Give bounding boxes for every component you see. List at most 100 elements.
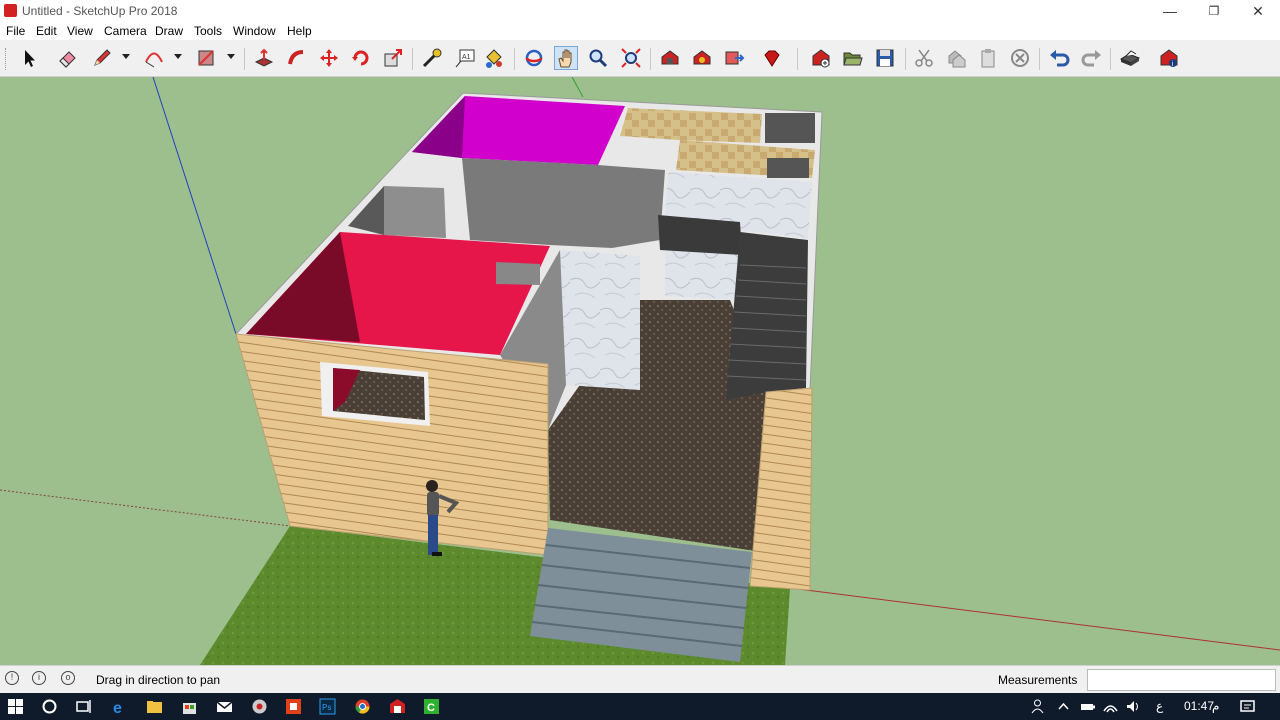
zoom-extents-icon	[621, 48, 641, 68]
clock-suffix: م	[1212, 699, 1220, 713]
text-icon: A1	[455, 49, 475, 68]
folder-open-icon	[843, 52, 863, 66]
menu-view[interactable]: View	[67, 24, 93, 38]
menu-camera[interactable]: Camera	[104, 24, 147, 38]
menu-tools[interactable]: Tools	[194, 24, 222, 38]
menu-window[interactable]: Window	[233, 24, 276, 38]
edge-icon[interactable]: e	[110, 697, 129, 716]
push-pull-tool[interactable]	[252, 46, 276, 70]
model-scene	[0, 77, 1280, 665]
chevron-up-icon[interactable]	[1054, 697, 1073, 716]
extension-icon	[693, 50, 711, 65]
copy[interactable]	[944, 46, 968, 70]
title-bar: Untitled - SketchUp Pro 2018 — ❐ ✕	[0, 0, 1280, 22]
arc-tool[interactable]	[142, 46, 166, 70]
eraser-tool[interactable]	[55, 46, 79, 70]
paste[interactable]	[976, 46, 1000, 70]
maximize-button[interactable]: ❐	[1192, 0, 1236, 22]
orbit-tool[interactable]	[522, 46, 546, 70]
close-button[interactable]: ✕	[1236, 0, 1280, 22]
scale-tool[interactable]	[381, 46, 405, 70]
extension-warehouse[interactable]	[690, 46, 714, 70]
toolbar-separator	[412, 48, 413, 70]
rectangle-tool-dropdown[interactable]	[227, 54, 235, 59]
ruby-console[interactable]	[760, 46, 784, 70]
select-tool[interactable]	[17, 46, 41, 70]
people-icon[interactable]	[1028, 697, 1047, 716]
start-icon[interactable]	[6, 697, 25, 716]
status-bar: ! i o Drag in direction to pan Measureme…	[0, 665, 1280, 694]
green-axis-line	[571, 77, 584, 98]
photoshop-icon[interactable]: Ps	[318, 697, 337, 716]
menu-file[interactable]: File	[6, 24, 25, 38]
paste-icon	[981, 49, 995, 68]
user-account-icon[interactable]: o	[61, 671, 75, 685]
scale-icon	[384, 49, 402, 67]
move-arrows-icon	[320, 49, 338, 67]
open-file[interactable]	[841, 46, 865, 70]
mail-icon[interactable]	[215, 697, 234, 716]
magnifier-icon	[589, 49, 608, 68]
3d-warehouse[interactable]	[658, 46, 682, 70]
app-icon[interactable]	[250, 697, 269, 716]
tape-measure-tool[interactable]	[420, 46, 444, 70]
pan-tool[interactable]	[554, 46, 578, 70]
drawing-viewport[interactable]	[0, 77, 1280, 665]
green-app-icon[interactable]: C	[422, 697, 441, 716]
orbit-icon	[525, 49, 543, 67]
file-explorer-icon[interactable]	[145, 697, 164, 716]
toolbar-grip[interactable]	[5, 48, 9, 70]
arc-tool-dropdown[interactable]	[174, 54, 182, 59]
store-icon[interactable]	[180, 697, 199, 716]
windows-taskbar: e Ps C ع 01:47 م	[0, 693, 1280, 720]
model-info[interactable]: i	[1157, 46, 1181, 70]
zoom-extents-tool[interactable]	[619, 46, 643, 70]
credits-icon[interactable]: i	[32, 671, 46, 685]
delete-circle-icon	[1011, 49, 1029, 67]
wifi-icon[interactable]	[1101, 697, 1120, 716]
interior-stairs	[726, 232, 808, 400]
volume-icon[interactable]	[1124, 697, 1143, 716]
chrome-icon[interactable]	[353, 697, 372, 716]
new-file[interactable]	[809, 46, 833, 70]
follow-me-tool[interactable]	[285, 46, 309, 70]
cut[interactable]	[912, 46, 936, 70]
toolbar-separator	[650, 48, 651, 70]
cortana-icon[interactable]	[40, 697, 59, 716]
geo-location-icon[interactable]: !	[5, 671, 19, 685]
paint-bucket-tool[interactable]	[482, 46, 506, 70]
notification-icon[interactable]	[1238, 697, 1257, 716]
delete[interactable]	[1008, 46, 1032, 70]
main-toolbar: A1 i	[0, 40, 1280, 77]
print[interactable]	[1118, 46, 1142, 70]
save-disk-icon	[876, 49, 894, 67]
rectangle-tool[interactable]	[194, 46, 218, 70]
menu-draw[interactable]: Draw	[155, 24, 183, 38]
input-language[interactable]: ع	[1156, 699, 1163, 713]
toolbar-separator	[905, 48, 906, 70]
minimize-button[interactable]: —	[1148, 0, 1192, 22]
menu-help[interactable]: Help	[287, 24, 312, 38]
zoom-tool[interactable]	[586, 46, 610, 70]
undo-arrow-icon	[1050, 50, 1070, 67]
battery-icon	[1081, 704, 1095, 710]
red-axis-line	[789, 587, 1280, 651]
cursor-arrow-icon	[25, 50, 35, 67]
undo[interactable]	[1047, 46, 1071, 70]
toolbar-separator	[1110, 48, 1111, 70]
eraser-icon	[59, 51, 76, 68]
redo[interactable]	[1080, 46, 1104, 70]
sketchup-icon[interactable]	[388, 697, 407, 716]
line-tool[interactable]	[90, 46, 114, 70]
line-tool-dropdown[interactable]	[122, 54, 130, 59]
measurements-input[interactable]	[1087, 669, 1276, 691]
share-model[interactable]	[722, 46, 746, 70]
text-tool[interactable]: A1	[453, 46, 477, 70]
menu-edit[interactable]: Edit	[36, 24, 57, 38]
clock-time[interactable]: 01:47	[1184, 699, 1214, 713]
task-view-icon[interactable]	[74, 697, 93, 716]
sketchup-red-icon[interactable]	[284, 697, 303, 716]
move-tool[interactable]	[317, 46, 341, 70]
rotate-tool[interactable]	[349, 46, 373, 70]
save-file[interactable]	[873, 46, 897, 70]
